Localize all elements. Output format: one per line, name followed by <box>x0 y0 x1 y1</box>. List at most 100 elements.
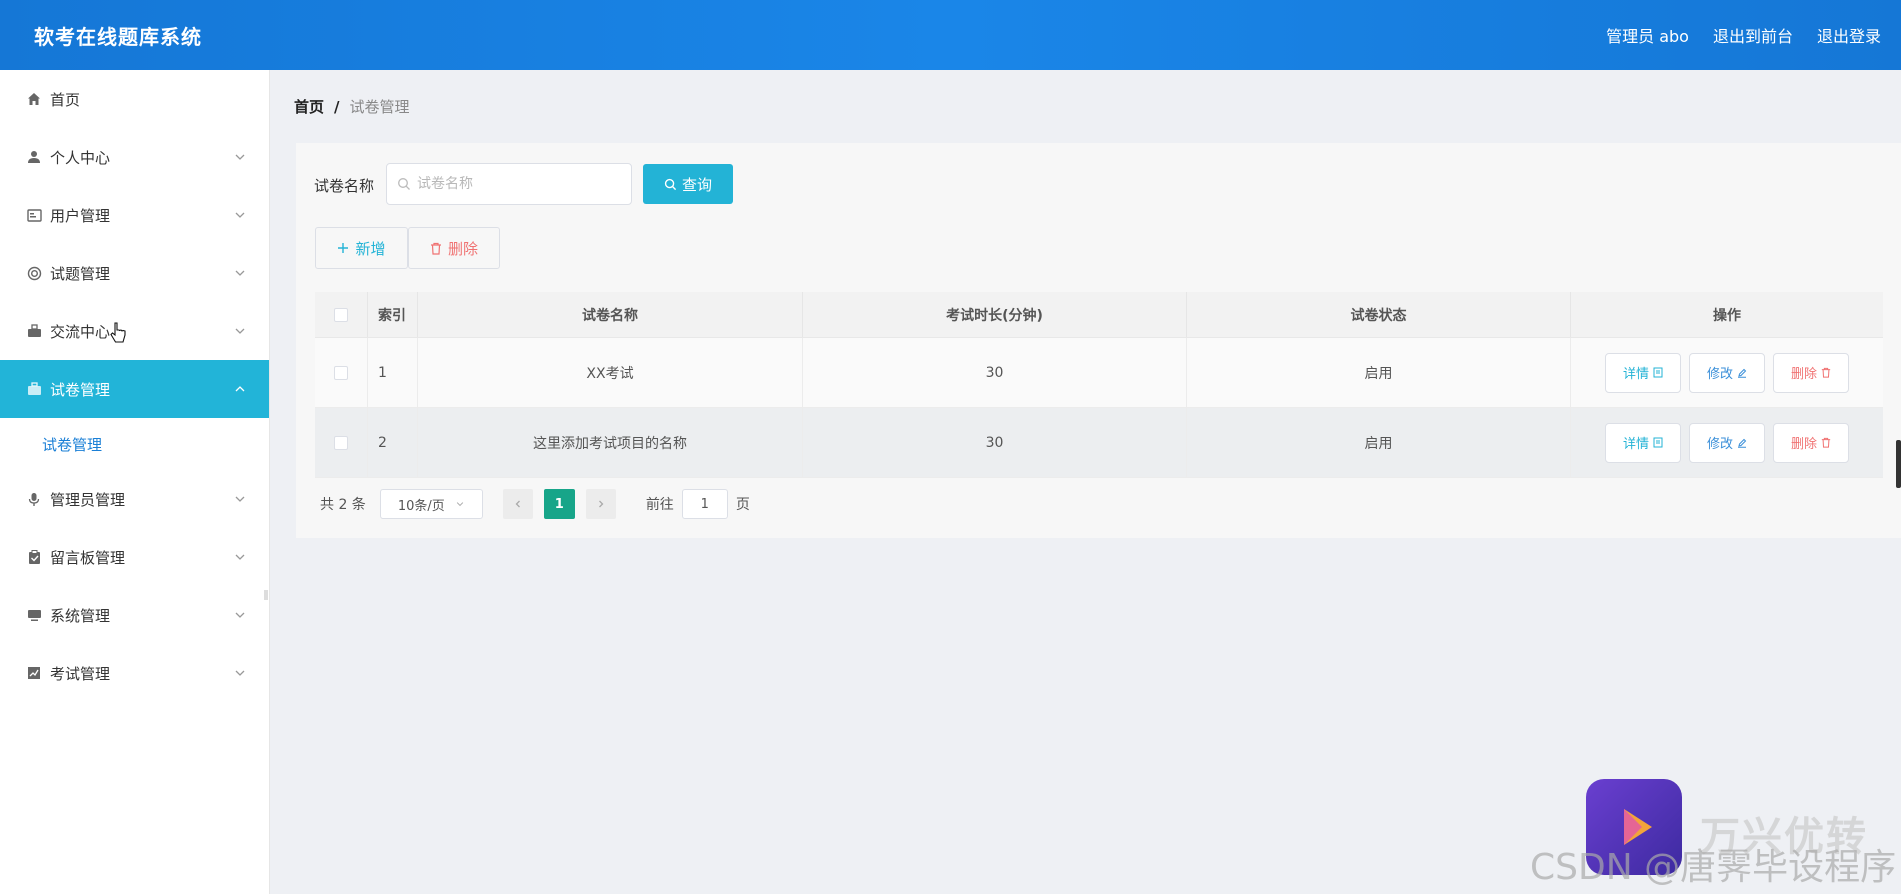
query-button[interactable]: 查询 <box>643 164 733 204</box>
header-status: 试卷状态 <box>1187 292 1571 337</box>
sidebar-item-label: 个人中心 <box>50 148 111 167</box>
back-to-front-link[interactable]: 退出到前台 <box>1713 23 1793 47</box>
detail-button[interactable]: 详情 <box>1605 422 1681 463</box>
trash-icon <box>1821 367 1831 378</box>
cell-index: 2 <box>368 408 418 477</box>
chat-icon <box>26 323 42 339</box>
sidebar-item-questions[interactable]: 试题管理 <box>0 244 269 302</box>
row-checkbox[interactable] <box>334 435 348 450</box>
document-icon <box>1653 367 1663 378</box>
cell-duration: 30 <box>803 338 1187 407</box>
lifebuoy-icon <box>26 265 42 281</box>
sidebar: 首页 个人中心 用户管理 试题管理 交流中心 试卷管理 试卷管理 管理员管理 留… <box>0 70 270 894</box>
delete-button[interactable]: 删除 <box>1773 352 1849 393</box>
sidebar-item-profile[interactable]: 个人中心 <box>0 128 269 186</box>
monitor-icon <box>26 607 42 623</box>
breadcrumb-home[interactable]: 首页 <box>294 96 324 117</box>
sidebar-item-community[interactable]: 交流中心 <box>0 302 269 360</box>
exam-paper-table: 索引 试卷名称 考试时长(分钟) 试卷状态 操作 1 XX考试 30 启用 详情… <box>315 292 1883 478</box>
cell-ops: 详情 修改 删除 <box>1571 408 1883 477</box>
admin-user-label[interactable]: 管理员 abo <box>1606 23 1689 47</box>
sidebar-item-system[interactable]: 系统管理 <box>0 586 269 644</box>
app-title: 软考在线题库系统 <box>34 24 202 49</box>
chevron-down-icon <box>235 554 245 560</box>
query-button-label: 查询 <box>681 176 712 194</box>
row-checkbox[interactable] <box>334 365 348 380</box>
batch-delete-button[interactable]: 删除 <box>408 227 500 269</box>
delete-button[interactable]: 删除 <box>1773 422 1849 463</box>
sidebar-item-label: 管理员管理 <box>50 490 126 509</box>
logout-link[interactable]: 退出登录 <box>1817 23 1881 47</box>
pencil-icon <box>1738 368 1747 378</box>
user-icon <box>26 149 42 165</box>
sidebar-item-exams[interactable]: 考试管理 <box>0 644 269 702</box>
row-check-cell <box>315 408 368 477</box>
chart-icon <box>26 665 42 681</box>
search-label: 试卷名称 <box>314 177 375 195</box>
chevron-left-icon <box>515 500 520 508</box>
pencil-icon <box>1738 438 1747 448</box>
sidebar-item-messages[interactable]: 留言板管理 <box>0 528 269 586</box>
chevron-down-icon <box>235 496 245 502</box>
sidebar-item-home[interactable]: 首页 <box>0 70 269 128</box>
select-all-checkbox[interactable] <box>334 307 348 322</box>
header-actions: 管理员 abo 退出到前台 退出登录 <box>1606 0 1881 70</box>
pagination: 共 2 条 10条/页 1 前往 页 <box>320 489 750 519</box>
header-duration: 考试时长(分钟) <box>803 292 1187 337</box>
chevron-down-icon <box>235 612 245 618</box>
page-scrollbar[interactable] <box>1896 440 1901 488</box>
table-row: 2 这里添加考试项目的名称 30 启用 详情 修改 删除 <box>315 408 1883 478</box>
add-button[interactable]: 新增 <box>315 227 408 269</box>
edit-label: 修改 <box>1706 367 1733 382</box>
page-number-current[interactable]: 1 <box>543 489 575 519</box>
row-check-cell <box>315 338 368 407</box>
header-name: 试卷名称 <box>418 292 803 337</box>
breadcrumb-current: 试卷管理 <box>349 98 410 116</box>
trash-icon <box>1821 437 1831 448</box>
detail-label: 详情 <box>1622 437 1649 452</box>
pointer-cursor-icon <box>110 322 126 343</box>
top-header: 软考在线题库系统 管理员 abo 退出到前台 退出登录 <box>0 0 1901 70</box>
page-size-select[interactable]: 10条/页 <box>379 489 483 519</box>
batch-delete-label: 删除 <box>447 240 478 258</box>
sidebar-item-label: 交流中心 <box>50 322 111 341</box>
table-header: 索引 试卷名称 考试时长(分钟) 试卷状态 操作 <box>315 292 1883 338</box>
search-input-wrapper[interactable] <box>386 163 632 205</box>
select-all-cell <box>315 292 368 337</box>
goto-page-input[interactable] <box>681 489 728 519</box>
submenu-item-exam-papers[interactable]: 试卷管理 <box>0 418 269 470</box>
sidebar-item-label: 系统管理 <box>50 606 111 625</box>
edit-label: 修改 <box>1706 437 1733 452</box>
sidebar-item-admins[interactable]: 管理员管理 <box>0 470 269 528</box>
sidebar-scrollbar[interactable] <box>264 590 268 600</box>
sidebar-item-label: 试题管理 <box>50 264 111 283</box>
cell-status: 启用 <box>1187 338 1571 407</box>
goto-prefix: 前往 <box>645 497 674 513</box>
next-page-button[interactable] <box>585 489 616 519</box>
plus-icon <box>338 243 349 253</box>
sidebar-item-exam-papers[interactable]: 试卷管理 <box>0 360 269 418</box>
edit-button[interactable]: 修改 <box>1689 422 1765 463</box>
goto-suffix: 页 <box>735 497 750 513</box>
detail-button[interactable]: 详情 <box>1605 352 1681 393</box>
edit-button[interactable]: 修改 <box>1689 352 1765 393</box>
breadcrumb-separator: / <box>334 97 340 116</box>
sidebar-item-users[interactable]: 用户管理 <box>0 186 269 244</box>
sidebar-item-label: 留言板管理 <box>50 548 126 567</box>
id-card-icon <box>26 207 42 223</box>
chevron-down-icon <box>235 154 245 160</box>
prev-page-button[interactable] <box>502 489 533 519</box>
watermark-csdn: CSDN @唐霁毕设程序 <box>1530 847 1897 888</box>
sidebar-item-label: 首页 <box>50 90 81 109</box>
detail-label: 详情 <box>1622 367 1649 382</box>
cell-index: 1 <box>368 338 418 407</box>
pagination-total: 共 2 条 <box>320 497 366 513</box>
header-ops: 操作 <box>1713 307 1741 324</box>
briefcase-icon <box>26 381 42 397</box>
search-icon <box>398 178 410 190</box>
cell-ops: 详情 修改 删除 <box>1571 338 1883 407</box>
search-input[interactable] <box>417 176 617 192</box>
cell-name: XX考试 <box>418 338 803 407</box>
cell-name: 这里添加考试项目的名称 <box>418 408 803 477</box>
chevron-down-icon <box>235 212 245 218</box>
